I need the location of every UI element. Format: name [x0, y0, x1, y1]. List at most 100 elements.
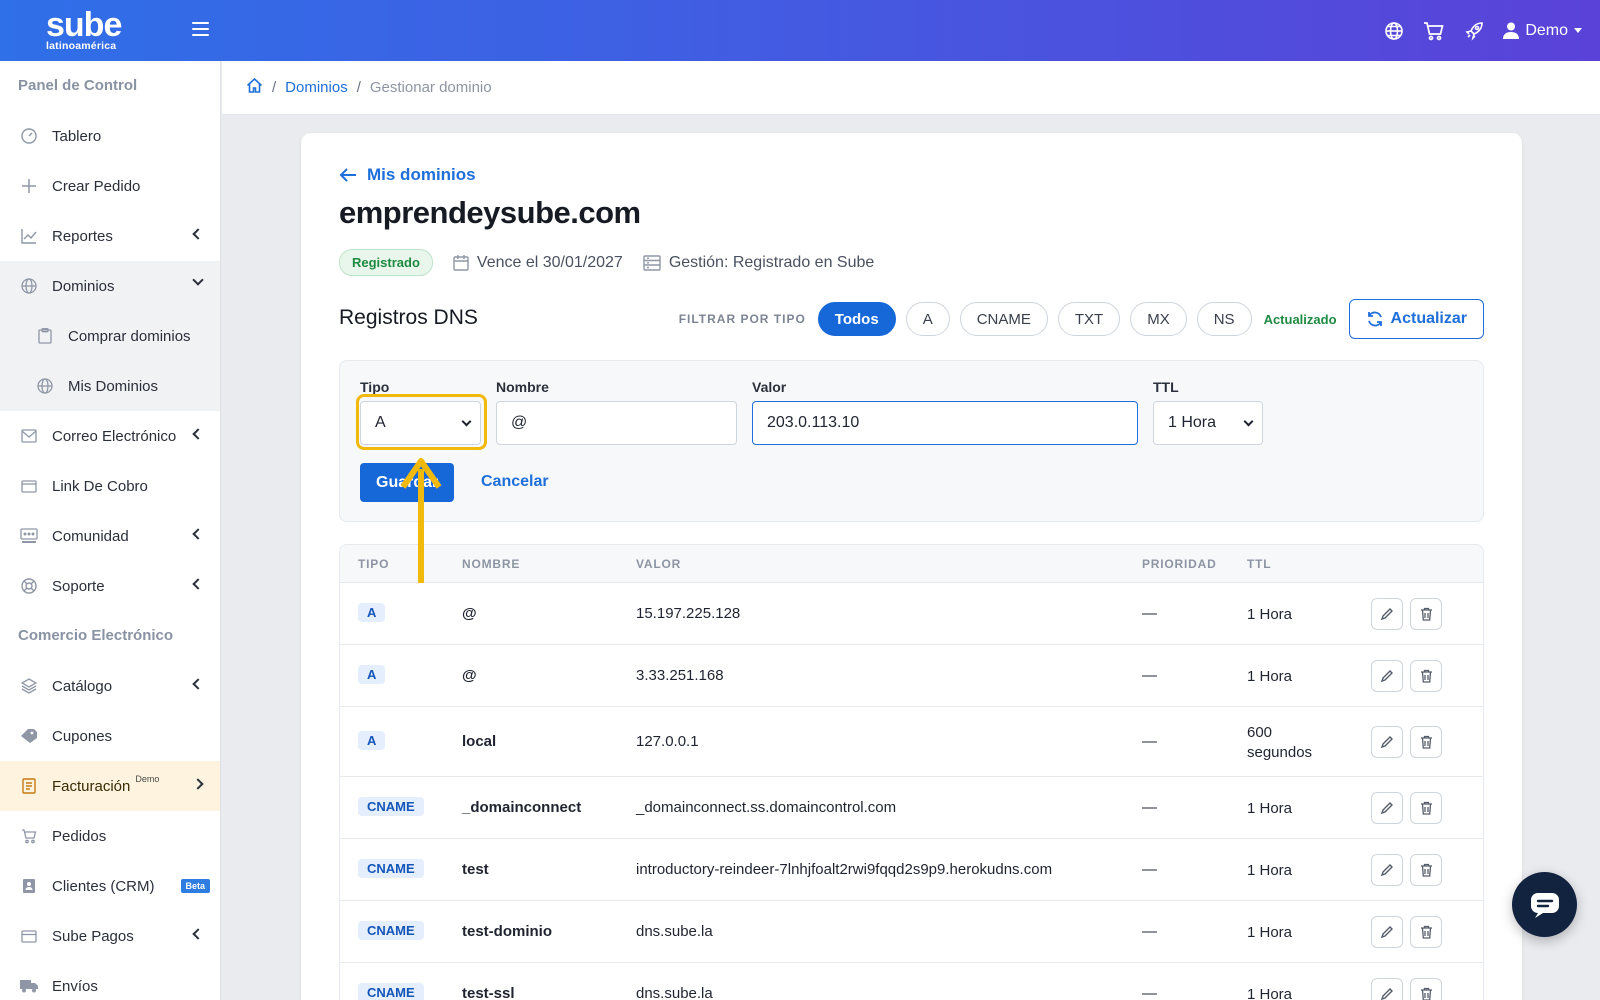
contacts-icon — [20, 877, 38, 895]
edit-record-button[interactable] — [1371, 726, 1403, 758]
sidebar-item-label: Tablero — [52, 127, 102, 145]
breadcrumb-link-dominios[interactable]: Dominios — [285, 79, 348, 96]
filter-chip-txt[interactable]: TXT — [1057, 302, 1121, 336]
filter-chip-ns[interactable]: NS — [1196, 302, 1252, 336]
type-select[interactable]: A — [360, 401, 481, 445]
sidebar-item-pedidos[interactable]: Pedidos — [0, 811, 220, 861]
filter-chip-cname[interactable]: CNAME — [959, 302, 1048, 336]
clipboard-icon — [36, 327, 54, 345]
record-type-badge: A — [358, 731, 386, 750]
trash-icon — [1420, 669, 1432, 683]
column-header-priority: PRIORIDAD — [1142, 557, 1217, 571]
rocket-icon[interactable] — [1463, 20, 1485, 42]
user-name: Demo — [1525, 21, 1568, 39]
chevron-left-icon — [192, 228, 204, 240]
record-priority: — — [1142, 667, 1157, 684]
sidebar-item-mis-dominios[interactable]: Mis Dominios — [0, 361, 220, 411]
record-name: @ — [462, 605, 477, 622]
plus-icon — [20, 177, 38, 195]
brand-name: sube — [46, 6, 122, 44]
table-row: Alocal 127.0.0.1 — 600 segundos — [340, 707, 1483, 777]
table-header: TIPO NOMBRE VALOR PRIORIDAD TTL — [340, 545, 1483, 583]
status-badge: Registrado — [339, 249, 433, 276]
edit-record-button[interactable] — [1371, 978, 1403, 1000]
chevron-left-icon — [192, 678, 204, 690]
sidebar-item-comprar-dominios[interactable]: Comprar dominios — [0, 311, 220, 361]
edit-record-button[interactable] — [1371, 598, 1403, 630]
tag-icon — [20, 727, 38, 745]
invoice-icon — [20, 777, 38, 795]
record-ttl: 1 Hora — [1247, 606, 1293, 623]
brand-logo[interactable]: sube latinoamérica — [46, 8, 126, 54]
sidebar-item-correo[interactable]: Correo Electrónico — [0, 411, 220, 461]
ttl-select[interactable]: 1 Hora — [1153, 401, 1263, 445]
chat-button[interactable] — [1512, 872, 1577, 937]
record-priority: — — [1142, 799, 1157, 816]
trash-icon — [1420, 925, 1432, 939]
value-input-value: 203.0.113.10 — [767, 414, 860, 431]
table-row: A @15.197.225.128 — 1 Hora — [340, 583, 1483, 645]
breadcrumb: / Dominios / Gestionar dominio — [222, 61, 1600, 115]
chevron-down-icon — [192, 274, 204, 286]
sidebar-item-envios[interactable]: Envíos — [0, 961, 220, 1000]
globe-icon — [20, 277, 38, 295]
sidebar-item-reportes[interactable]: Reportes — [0, 211, 220, 261]
name-input[interactable]: @ — [496, 401, 737, 445]
delete-record-button[interactable] — [1410, 660, 1442, 692]
globe-icon — [36, 377, 54, 395]
filter-chip-a[interactable]: A — [905, 302, 950, 336]
edit-record-button[interactable] — [1371, 916, 1403, 948]
delete-record-button[interactable] — [1410, 726, 1442, 758]
delete-record-button[interactable] — [1410, 792, 1442, 824]
pencil-icon — [1380, 736, 1393, 749]
sidebar-item-label: Catálogo — [52, 677, 113, 695]
cart-icon — [20, 827, 38, 845]
edit-record-button[interactable] — [1371, 854, 1403, 886]
card-icon — [20, 927, 38, 945]
user-menu[interactable]: Demo — [1503, 22, 1582, 40]
globe-icon[interactable] — [1383, 20, 1405, 42]
edit-record-button[interactable] — [1371, 660, 1403, 692]
sidebar-item-soporte[interactable]: Soporte — [0, 561, 220, 611]
sidebar-item-label: Correo Electrónico — [52, 427, 177, 445]
filter-chip-mx[interactable]: MX — [1130, 302, 1187, 336]
delete-record-button[interactable] — [1410, 854, 1442, 886]
record-priority: — — [1142, 861, 1157, 878]
sidebar-item-crear-pedido[interactable]: Crear Pedido — [0, 161, 220, 211]
delete-record-button[interactable] — [1410, 916, 1442, 948]
delete-record-button[interactable] — [1410, 978, 1442, 1000]
dns-section-title: Registros DNS — [339, 306, 478, 329]
cancel-button[interactable]: Cancelar — [481, 473, 549, 491]
top-navbar: sube latinoamérica Demo — [0, 0, 1600, 61]
menu-toggle-icon[interactable] — [192, 22, 209, 38]
ttl-label: TTL — [1153, 379, 1179, 395]
sidebar-item-comunidad[interactable]: Comunidad — [0, 511, 220, 561]
refresh-icon — [1367, 311, 1382, 327]
back-to-domains-link[interactable]: Mis dominios — [339, 165, 476, 185]
trash-icon — [1420, 801, 1432, 815]
chevron-left-icon — [192, 428, 204, 440]
sidebar-item-link-de-cobro[interactable]: Link De Cobro — [0, 461, 220, 511]
sidebar-item-catalogo[interactable]: Catálogo — [0, 661, 220, 711]
sidebar-item-dominios[interactable]: Dominios — [0, 261, 220, 311]
sidebar-item-facturacion[interactable]: Facturación Demo — [0, 761, 220, 811]
sidebar-item-label: Sube Pagos — [52, 927, 134, 945]
filter-chip-todos[interactable]: Todos — [817, 302, 896, 336]
sidebar-item-cupones[interactable]: Cupones — [0, 711, 220, 761]
sidebar-item-tablero[interactable]: Tablero — [0, 111, 220, 161]
delete-record-button[interactable] — [1410, 598, 1442, 630]
pencil-icon — [1380, 926, 1393, 939]
sidebar-item-label: Dominios — [52, 277, 115, 295]
chevron-left-icon — [192, 928, 204, 940]
updated-status: Actualizado — [1263, 311, 1337, 327]
home-icon[interactable] — [246, 77, 263, 98]
sidebar-item-clientes[interactable]: Clientes (CRM) Beta — [0, 861, 220, 911]
value-input[interactable]: 203.0.113.10 — [752, 401, 1138, 445]
cart-icon[interactable] — [1423, 20, 1445, 42]
sidebar-item-sube-pagos[interactable]: Sube Pagos — [0, 911, 220, 961]
save-button[interactable]: Guardar — [360, 463, 454, 502]
refresh-button[interactable]: Actualizar — [1348, 299, 1484, 339]
table-body: A @15.197.225.128 — 1 Hora A @3.33.251.168 — 1 … — [340, 583, 1483, 1000]
edit-record-button[interactable] — [1371, 792, 1403, 824]
column-header-value: VALOR — [636, 557, 682, 571]
